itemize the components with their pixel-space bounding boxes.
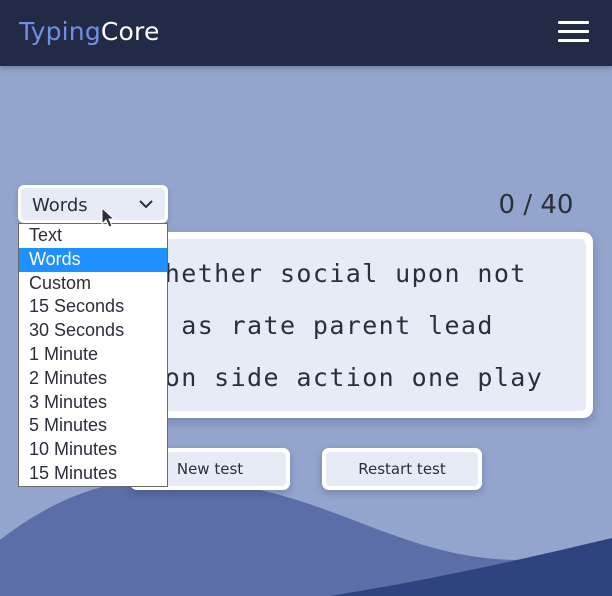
mode-option-1-minute[interactable]: 1 Minute [19,343,167,367]
top-bar: TypingCore [0,0,612,66]
typed-count: 0 [498,190,516,220]
mode-option-words[interactable]: Words [19,247,167,272]
typing-text-area: whether social upon not e as rate parent… [99,239,586,411]
chevron-down-icon [139,200,153,209]
mode-option-custom[interactable]: Custom [19,272,167,296]
mode-dropdown-list: Text Words Custom 15 Seconds 30 Seconds … [18,223,168,487]
brand-logo[interactable]: TypingCore [19,17,160,46]
mode-option-15-minutes[interactable]: 15 Minutes [19,462,167,486]
brand-name-part2: Core [100,17,160,46]
word-counter: 0 / 40 [482,190,590,220]
restart-test-label: Restart test [326,452,478,486]
mode-select[interactable]: Words [18,185,168,223]
mode-option-5-minutes[interactable]: 5 Minutes [19,414,167,438]
restart-test-button[interactable]: Restart test [322,448,482,490]
mode-option-3-minutes[interactable]: 3 Minutes [19,391,167,415]
mode-option-30-seconds[interactable]: 30 Seconds [19,319,167,343]
counter-separator: / [523,190,533,220]
mode-option-10-minutes[interactable]: 10 Minutes [19,438,167,462]
mode-select-value: Words [32,195,88,216]
mode-option-text[interactable]: Text [19,224,167,248]
total-count: 40 [540,190,574,220]
mode-option-15-seconds[interactable]: 15 Seconds [19,295,167,319]
brand-name-part1: Typing [19,17,101,46]
hamburger-icon[interactable] [558,21,589,43]
mouse-pointer-icon [101,207,116,228]
mode-option-2-minutes[interactable]: 2 Minutes [19,367,167,391]
